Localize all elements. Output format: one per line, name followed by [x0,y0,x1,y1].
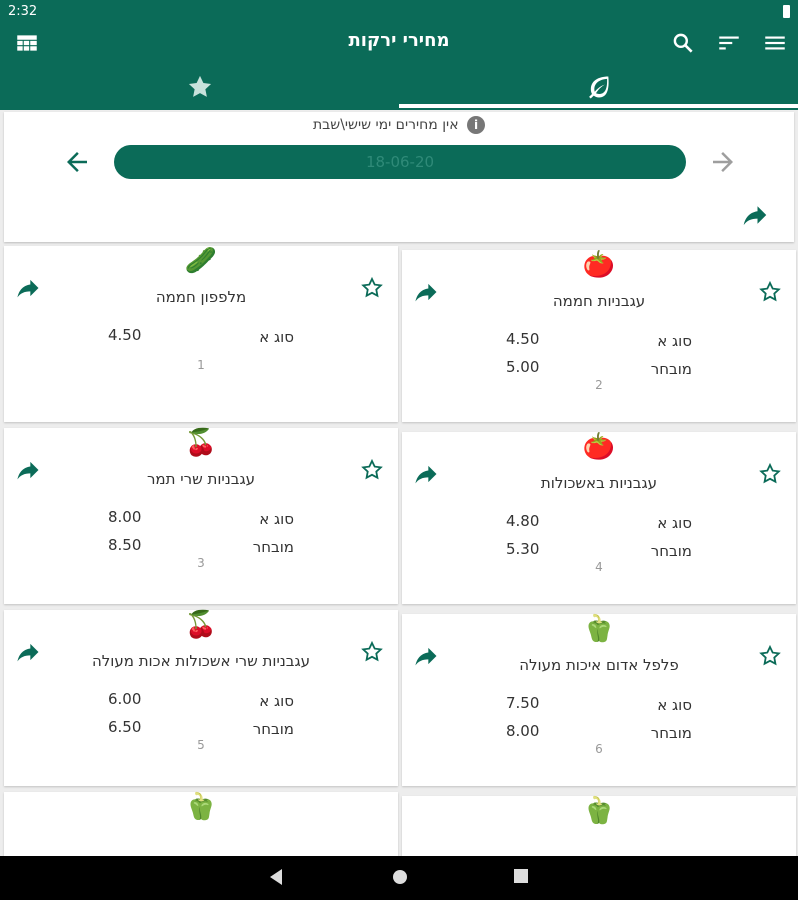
product-image: 🍒 [184,610,218,640]
arrow-left-icon [67,152,87,172]
product-index: 5 [197,738,205,752]
price-label: סוג א [259,328,294,346]
next-date-button[interactable] [708,147,738,177]
share-icon[interactable] [412,278,440,306]
battery-icon [783,5,790,18]
price-value: 5.00 [506,358,540,376]
notice-text: אין מחירים ימי שישי\שבת [312,117,459,133]
price-value: 5.30 [506,540,540,558]
system-nav-bar [0,856,798,900]
price-value: 4.50 [506,330,540,348]
product-card[interactable]: 🍒 עגבניות שרי תמר סוג א 8.00 מובחר 8.50 3 [4,428,398,604]
price-label: מובחר [252,538,294,556]
menu-icon[interactable] [762,30,788,56]
date-picker[interactable]: 18-06-20 [114,145,686,179]
product-index: 4 [595,560,603,574]
search-icon[interactable] [670,30,696,56]
star-icon [188,75,212,97]
price-label: סוג א [657,514,692,532]
price-value: 6.00 [108,690,142,708]
share-icon[interactable] [14,638,42,666]
product-name: פלפל אדום איכות מעולה [519,656,679,674]
product-card[interactable]: 🫑 [402,796,796,856]
price-value: 4.80 [506,512,540,530]
price-label: סוג א [259,510,294,528]
product-image: 🍅 [582,432,616,462]
product-image: 🫑 [582,614,616,644]
price-value: 4.50 [108,326,142,344]
home-icon[interactable] [391,868,409,886]
favorite-star-icon[interactable] [360,640,384,664]
price-label: מובחר [650,724,692,742]
status-bar: 2:32 [0,0,798,24]
info-icon: i [467,116,486,134]
product-name: מלפפון חממה [155,288,247,306]
product-card[interactable]: 🫑 [4,792,398,856]
back-icon[interactable] [268,868,284,886]
product-card[interactable]: 🍒 עגבניות שרי אשכולות אכות מעולה סוג א 6.00… [4,610,398,786]
product-image: 🍒 [184,428,218,458]
price-value: 7.50 [506,694,540,712]
product-name: עגבניות שרי אשכולות אכות מעולה [91,652,311,670]
status-time: 2:32 [8,4,38,19]
share-icon[interactable] [412,642,440,670]
tab-favorites[interactable] [0,64,399,110]
product-name: עגבניות חממה [552,292,646,310]
leaf-icon [589,76,609,99]
product-name: עגבניות שרי תמר [146,470,256,488]
share-button[interactable] [740,200,770,230]
app-bar: מחירי ירקות [0,24,798,64]
share-icon [743,206,767,225]
recents-icon[interactable] [513,868,529,884]
sort-icon[interactable] [716,30,742,56]
product-image: 🫑 [184,792,218,822]
arrow-right-icon [713,152,733,172]
favorite-star-icon[interactable] [758,462,782,486]
price-label: סוג א [657,332,692,350]
product-index: 3 [197,556,205,570]
favorite-star-icon[interactable] [360,458,384,482]
price-value: 8.00 [506,722,540,740]
favorite-star-icon[interactable] [758,280,782,304]
prev-date-button[interactable] [62,147,92,177]
tab-indicator [399,104,798,108]
price-value: 6.50 [108,718,142,736]
price-label: מובחר [650,542,692,560]
favorite-star-icon[interactable] [360,276,384,300]
product-image: 🫑 [582,796,616,826]
product-card[interactable]: 🍅 עגבניות באשכולות סוג א 4.80 מובחר 5.30 4 [402,432,796,604]
price-label: מובחר [650,360,692,378]
notice: אין מחירים ימי שישי\שבת i [4,116,794,134]
product-card[interactable]: 🍅 עגבניות חממה סוג א 4.50 מובחר 5.00 2 [402,250,796,422]
product-card[interactable]: 🥒 מלפפון חממה סוג א 4.50 1 [4,246,398,422]
favorite-star-icon[interactable] [758,644,782,668]
price-label: סוג א [259,692,294,710]
price-value: 8.00 [108,508,142,526]
product-image: 🥒 [184,246,218,276]
price-label: סוג א [657,696,692,714]
share-icon[interactable] [412,460,440,488]
product-image: 🍅 [582,250,616,280]
product-index: 1 [197,358,205,372]
share-icon[interactable] [14,274,42,302]
share-icon[interactable] [14,456,42,484]
product-index: 6 [595,742,603,756]
price-label: מובחר [252,720,294,738]
product-card[interactable]: 🫑 פלפל אדום איכות מעולה סוג א 7.50 מובחר 8.00… [402,614,796,786]
product-index: 2 [595,378,603,392]
product-name: עגבניות באשכולות [540,474,658,492]
date-card: אין מחירים ימי שישי\שבת i 18-06-20 [4,112,794,242]
price-value: 8.50 [108,536,142,554]
